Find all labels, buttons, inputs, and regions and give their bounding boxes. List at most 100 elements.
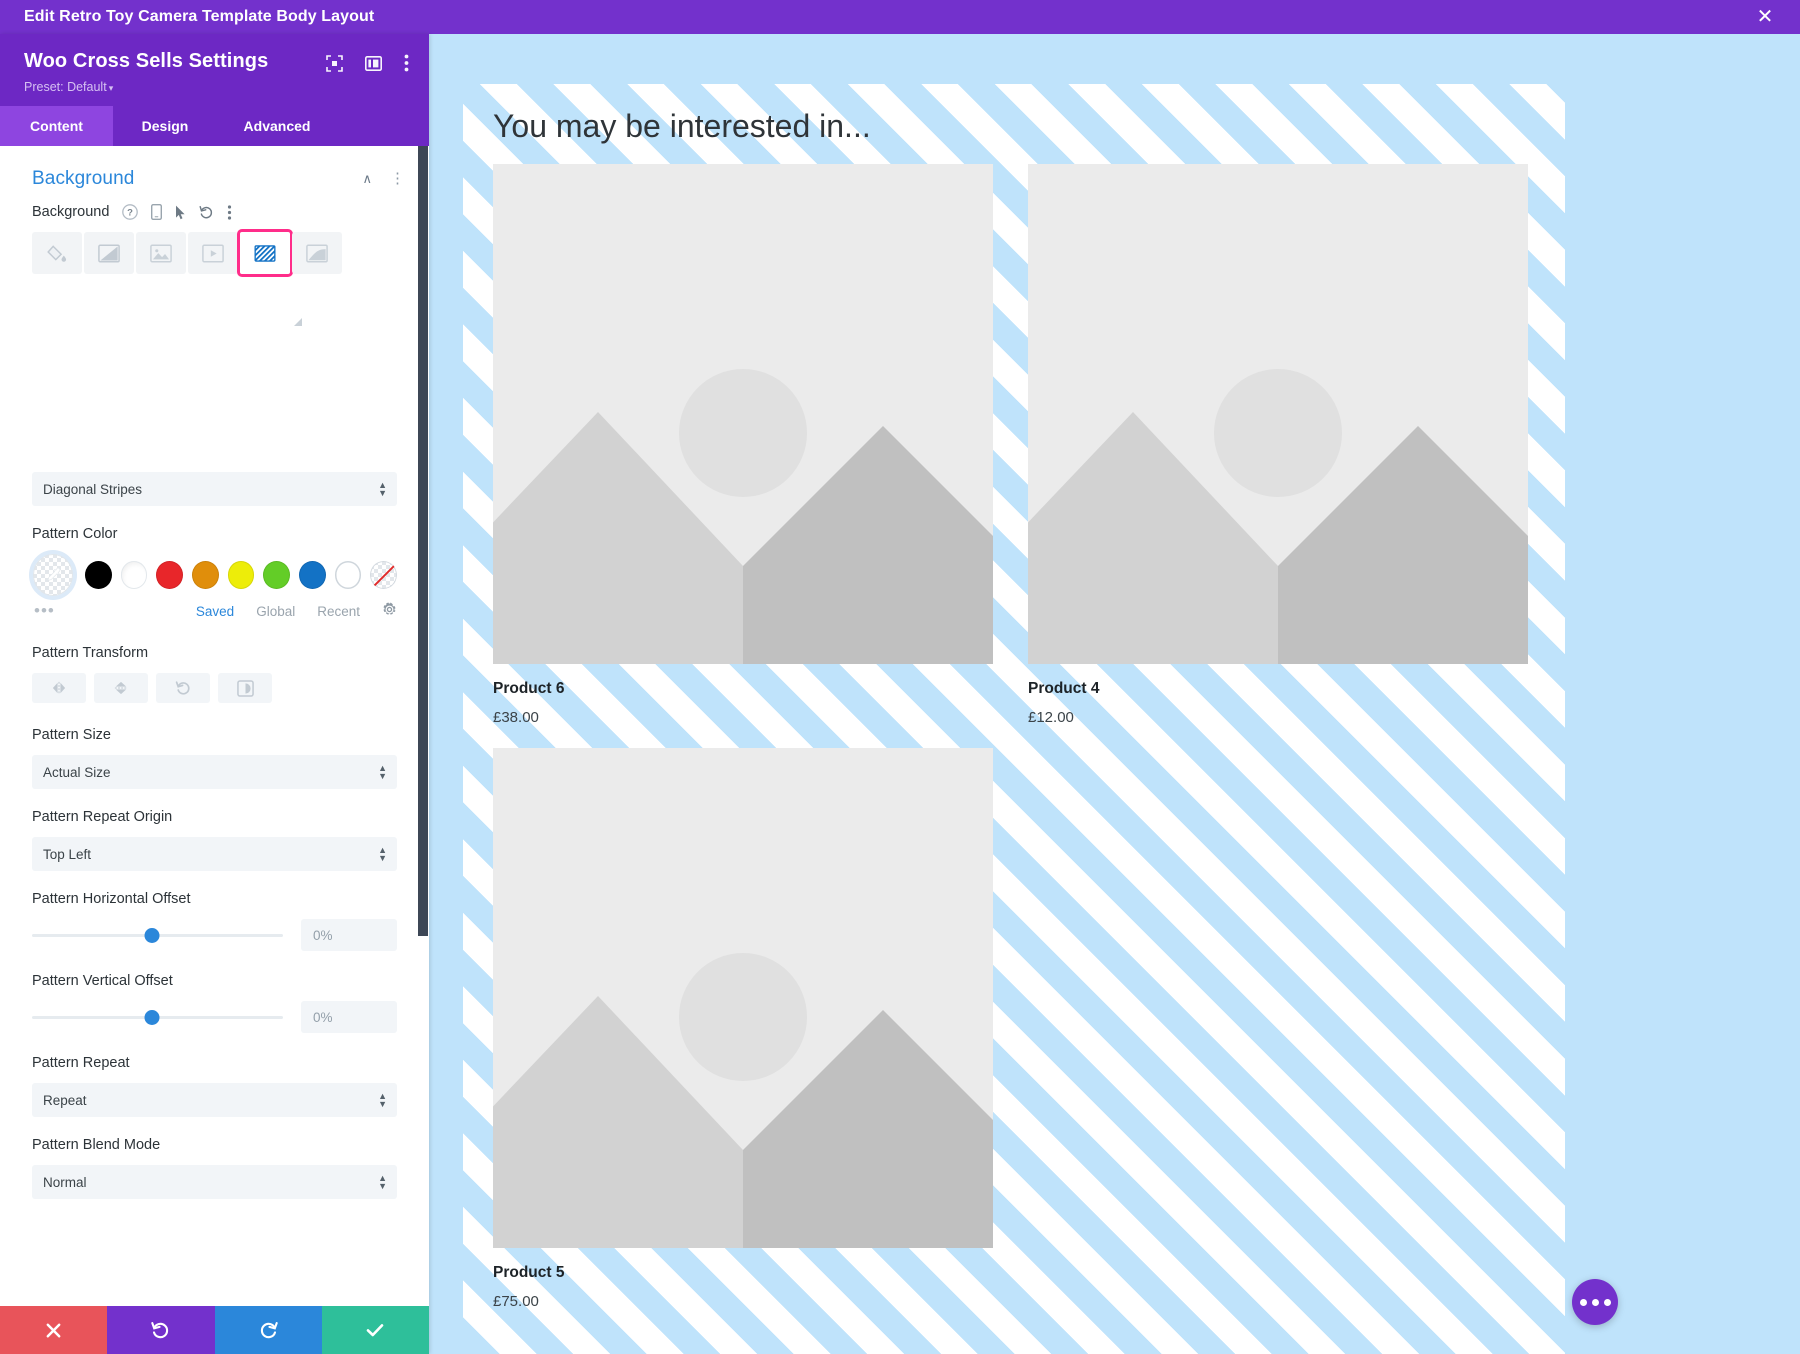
preset-label: Preset: Default bbox=[24, 80, 107, 94]
background-section-header: Background ∧ ⋮ bbox=[0, 146, 429, 204]
tab-advanced[interactable]: Advanced bbox=[217, 106, 337, 146]
gear-icon[interactable] bbox=[382, 602, 397, 621]
swatch-orange[interactable] bbox=[192, 561, 219, 589]
reset-icon[interactable] bbox=[199, 205, 214, 220]
three-dots-icon bbox=[1592, 1299, 1599, 1306]
swatch-red[interactable] bbox=[156, 561, 183, 589]
help-icon[interactable]: ? bbox=[122, 204, 138, 220]
background-color-tab[interactable] bbox=[32, 232, 82, 274]
pattern-horizontal-offset-input[interactable]: 0% bbox=[301, 919, 397, 951]
more-options-icon[interactable] bbox=[227, 205, 232, 220]
pattern-blend-mode-select[interactable]: Normal ▲▼ bbox=[32, 1165, 397, 1199]
product-image-placeholder[interactable] bbox=[493, 748, 993, 1248]
product-row: Product 5 £75.00 bbox=[493, 748, 1535, 1310]
more-colors-icon[interactable]: ••• bbox=[34, 606, 55, 616]
three-dots-icon bbox=[1580, 1299, 1587, 1306]
select-arrows-icon: ▲▼ bbox=[378, 764, 387, 780]
cancel-button[interactable] bbox=[0, 1306, 107, 1354]
product-name: Product 4 bbox=[1028, 680, 1528, 698]
pattern-horizontal-offset-slider[interactable] bbox=[32, 926, 283, 944]
panel-tabs: Content Design Advanced bbox=[0, 106, 429, 146]
flip-vertical-icon[interactable] bbox=[94, 673, 148, 703]
swatch-transparent[interactable] bbox=[370, 561, 397, 589]
product-row: Product 6 £38.00 Product 4 £12.00 bbox=[493, 164, 1535, 726]
invert-icon[interactable] bbox=[218, 673, 272, 703]
saved-colors-link[interactable]: Saved bbox=[196, 604, 234, 619]
undo-button[interactable] bbox=[107, 1306, 214, 1354]
global-colors-link[interactable]: Global bbox=[256, 604, 295, 619]
flip-horizontal-icon[interactable] bbox=[32, 673, 86, 703]
preset-selector[interactable]: Preset: Default▾ bbox=[24, 80, 405, 94]
pattern-size-select[interactable]: Actual Size ▲▼ bbox=[32, 755, 397, 789]
background-pattern-tab[interactable] bbox=[240, 232, 290, 274]
pattern-color-subbar: ••• Saved Global Recent bbox=[32, 602, 397, 621]
tab-content[interactable]: Content bbox=[0, 106, 113, 146]
product-name: Product 5 bbox=[493, 1264, 993, 1282]
split-layout-icon[interactable] bbox=[365, 56, 382, 76]
background-mask-tab[interactable] bbox=[292, 232, 342, 274]
pattern-vertical-offset-label: Pattern Vertical Offset bbox=[32, 973, 397, 989]
select-arrows-icon: ▲▼ bbox=[378, 1174, 387, 1190]
slider-knob[interactable] bbox=[145, 928, 160, 943]
product-grid: Product 6 £38.00 Product 4 £12.00 bbox=[493, 164, 1535, 1310]
chevron-up-icon[interactable]: ∧ bbox=[362, 171, 372, 187]
responsive-icon[interactable] bbox=[151, 204, 162, 220]
panel-header-icons bbox=[326, 54, 409, 77]
recent-colors-link[interactable]: Recent bbox=[317, 604, 360, 619]
pattern-horizontal-offset-row: 0% bbox=[32, 919, 397, 951]
select-arrows-icon: ▲▼ bbox=[378, 481, 387, 497]
hover-cursor-icon[interactable] bbox=[175, 205, 186, 220]
redo-button[interactable] bbox=[215, 1306, 322, 1354]
product-price: £12.00 bbox=[1028, 709, 1528, 726]
rotate-icon[interactable] bbox=[156, 673, 210, 703]
background-field-label: Background bbox=[32, 204, 109, 220]
divi-builder-screen: Edit Retro Toy Camera Template Body Layo… bbox=[0, 0, 1800, 1354]
product-price: £38.00 bbox=[493, 709, 993, 726]
swatch-black[interactable] bbox=[85, 561, 112, 589]
placeholder-mountain-icon bbox=[493, 164, 993, 664]
background-video-tab[interactable] bbox=[188, 232, 238, 274]
swatch-white[interactable] bbox=[121, 561, 148, 589]
pattern-horizontal-offset-label: Pattern Horizontal Offset bbox=[32, 891, 397, 907]
pattern-repeat-origin-select[interactable]: Top Left ▲▼ bbox=[32, 837, 397, 871]
pattern-size-value: Actual Size bbox=[43, 765, 111, 780]
panel-scrollbar[interactable] bbox=[418, 146, 428, 1306]
vertical-dots-icon[interactable] bbox=[404, 54, 409, 77]
section-options-icon[interactable]: ⋮ bbox=[390, 174, 405, 185]
background-gradient-tab[interactable] bbox=[84, 232, 134, 274]
placeholder-mountain-icon bbox=[1028, 164, 1528, 664]
pattern-blend-mode-label: Pattern Blend Mode bbox=[32, 1137, 397, 1153]
swatch-blue[interactable] bbox=[299, 561, 326, 589]
pattern-vertical-offset-input[interactable]: 0% bbox=[301, 1001, 397, 1033]
pattern-repeat-select[interactable]: Repeat ▲▼ bbox=[32, 1083, 397, 1117]
slider-knob[interactable] bbox=[145, 1010, 160, 1025]
swatch-yellow[interactable] bbox=[228, 561, 255, 589]
window-title: Edit Retro Toy Camera Template Body Layo… bbox=[0, 8, 374, 26]
swatch-eyedropper-picker[interactable] bbox=[33, 554, 73, 596]
svg-text:?: ? bbox=[127, 208, 133, 219]
chevron-down-icon: ▾ bbox=[109, 83, 114, 93]
product-card[interactable]: Product 5 £75.00 bbox=[493, 748, 993, 1310]
panel-header: Woo Cross Sells Settings Preset: Default… bbox=[0, 34, 429, 106]
section-title: Background bbox=[32, 168, 134, 190]
page-title: You may be interested in... bbox=[493, 108, 871, 145]
product-card[interactable]: Product 4 £12.00 bbox=[1028, 164, 1528, 726]
product-card[interactable]: Product 6 £38.00 bbox=[493, 164, 993, 726]
pattern-style-value: Diagonal Stripes bbox=[43, 482, 142, 497]
product-image-placeholder[interactable] bbox=[1028, 164, 1528, 664]
page-settings-fab[interactable] bbox=[1572, 1279, 1618, 1325]
close-icon[interactable]: ✕ bbox=[1752, 4, 1778, 30]
pattern-style-select[interactable]: Diagonal Stripes ▲▼ bbox=[32, 472, 397, 506]
save-button[interactable] bbox=[322, 1306, 429, 1354]
resize-grip[interactable] bbox=[293, 314, 303, 324]
swatch-green[interactable] bbox=[263, 561, 290, 589]
swatch-white-outline[interactable] bbox=[335, 561, 362, 589]
pattern-vertical-offset-slider[interactable] bbox=[32, 1008, 283, 1026]
pattern-repeat-label: Pattern Repeat bbox=[32, 1055, 397, 1071]
settings-panel: Woo Cross Sells Settings Preset: Default… bbox=[0, 34, 429, 1354]
product-image-placeholder[interactable] bbox=[493, 164, 993, 664]
scrollbar-thumb[interactable] bbox=[418, 146, 428, 936]
background-image-tab[interactable] bbox=[136, 232, 186, 274]
focus-target-icon[interactable] bbox=[326, 55, 343, 77]
tab-design[interactable]: Design bbox=[113, 106, 217, 146]
